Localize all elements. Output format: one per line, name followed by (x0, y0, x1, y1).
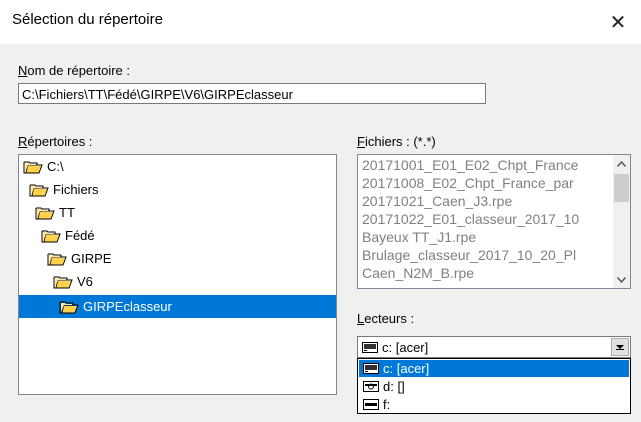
directory-item-girpe[interactable]: GIRPE (19, 247, 336, 270)
file-item[interactable]: 20171008_E02_Chpt_France_par (362, 175, 614, 192)
title-bar: Sélection du répertoire ✕ (0, 0, 641, 44)
cd-drive-icon (363, 381, 379, 392)
path-field[interactable]: C:\Fichiers\TT\Fédé\GIRPE\V6\GIRPEclasse… (18, 83, 486, 104)
directory-item-tt[interactable]: TT (19, 201, 336, 224)
hard-drive-icon (362, 342, 378, 353)
directories-label: Répertoires : (18, 134, 93, 149)
file-item[interactable]: Caen_N2M_B.rpe (362, 265, 614, 282)
files-scrollbar[interactable] (613, 155, 630, 288)
open-folder-icon (29, 183, 49, 197)
directory-item-fede[interactable]: Fédé (19, 224, 336, 247)
drive-option-f[interactable]: f: (359, 396, 629, 413)
scroll-thumb[interactable] (614, 174, 629, 202)
scroll-up-button[interactable] (613, 155, 630, 172)
close-icon: ✕ (609, 11, 627, 34)
open-folder-icon (59, 300, 79, 314)
hard-drive-icon (363, 363, 379, 374)
directory-item-c[interactable]: C:\ (19, 155, 336, 178)
drive-dropdown-list[interactable]: c: [acer] d: [] f: (357, 358, 631, 414)
drive-select-value: c: [acer] (382, 339, 429, 355)
files-list[interactable]: 20171001_E01_E02_Chpt_France 20171008_E0… (357, 154, 631, 289)
dropdown-button[interactable] (611, 338, 629, 356)
directory-item-v6[interactable]: V6 (19, 270, 336, 293)
drive-option-c[interactable]: c: [acer] (359, 360, 629, 377)
file-item[interactable]: Bayeux TT_J1.rpe (362, 229, 614, 246)
close-button[interactable]: ✕ (595, 0, 641, 44)
directory-item-girpeclasseur[interactable]: GIRPEclasseur (19, 295, 336, 318)
open-folder-icon (23, 160, 43, 174)
open-folder-icon (53, 275, 73, 289)
drives-label: Lecteurs : (357, 311, 415, 326)
path-label: Nom de répertoire : (18, 63, 130, 78)
open-folder-icon (35, 206, 55, 220)
file-item[interactable]: 20171001_E01_E02_Chpt_France (362, 157, 614, 174)
files-label: Fichiers : (*.*) (357, 134, 436, 149)
directory-item-fichiers[interactable]: Fichiers (19, 178, 336, 201)
file-item[interactable]: 20171022_E01_classeur_2017_10 (362, 211, 614, 228)
chevron-down-icon (616, 345, 624, 350)
drive-option-d[interactable]: d: [] (359, 378, 629, 395)
open-folder-icon (47, 252, 67, 266)
directories-list[interactable]: C:\ Fichiers TT Fédé GIRPE V6 GIRPEclass… (18, 154, 337, 395)
open-folder-icon (41, 229, 61, 243)
file-item[interactable]: Brulage_classeur_2017_10_20_Pl (362, 247, 614, 264)
arrow-down-icon (617, 276, 626, 283)
drive-select[interactable]: c: [acer] (357, 336, 631, 358)
file-item[interactable]: 20171021_Caen_J3.rpe (362, 193, 614, 210)
dialog-title: Sélection du répertoire (12, 11, 163, 28)
arrow-up-icon (617, 160, 626, 167)
removable-drive-icon (363, 399, 379, 410)
scroll-down-button[interactable] (613, 271, 630, 288)
